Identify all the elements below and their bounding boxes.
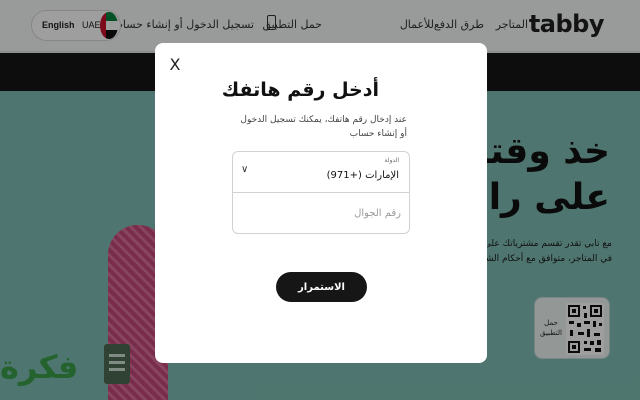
- continue-button[interactable]: الاستمرار: [276, 272, 367, 302]
- modal-subtitle: عند إدخال رقم هاتفك، يمكنك تسجيل الدخول …: [240, 115, 407, 139]
- phone-number-input[interactable]: [241, 201, 401, 225]
- phone-number-field[interactable]: [232, 192, 410, 234]
- chevron-down-icon: ∨: [241, 164, 249, 175]
- close-icon[interactable]: X: [167, 57, 183, 73]
- country-select[interactable]: الدولة الإمارات (+971) ∨: [232, 151, 410, 193]
- country-field-label: الدولة: [384, 157, 399, 164]
- phone-login-modal: X أدخل رقم هاتفك عند إدخال رقم هاتفك، يم…: [155, 43, 487, 363]
- modal-title: أدخل رقم هاتفك: [221, 79, 379, 101]
- country-selected-value: الإمارات (+971): [326, 170, 399, 181]
